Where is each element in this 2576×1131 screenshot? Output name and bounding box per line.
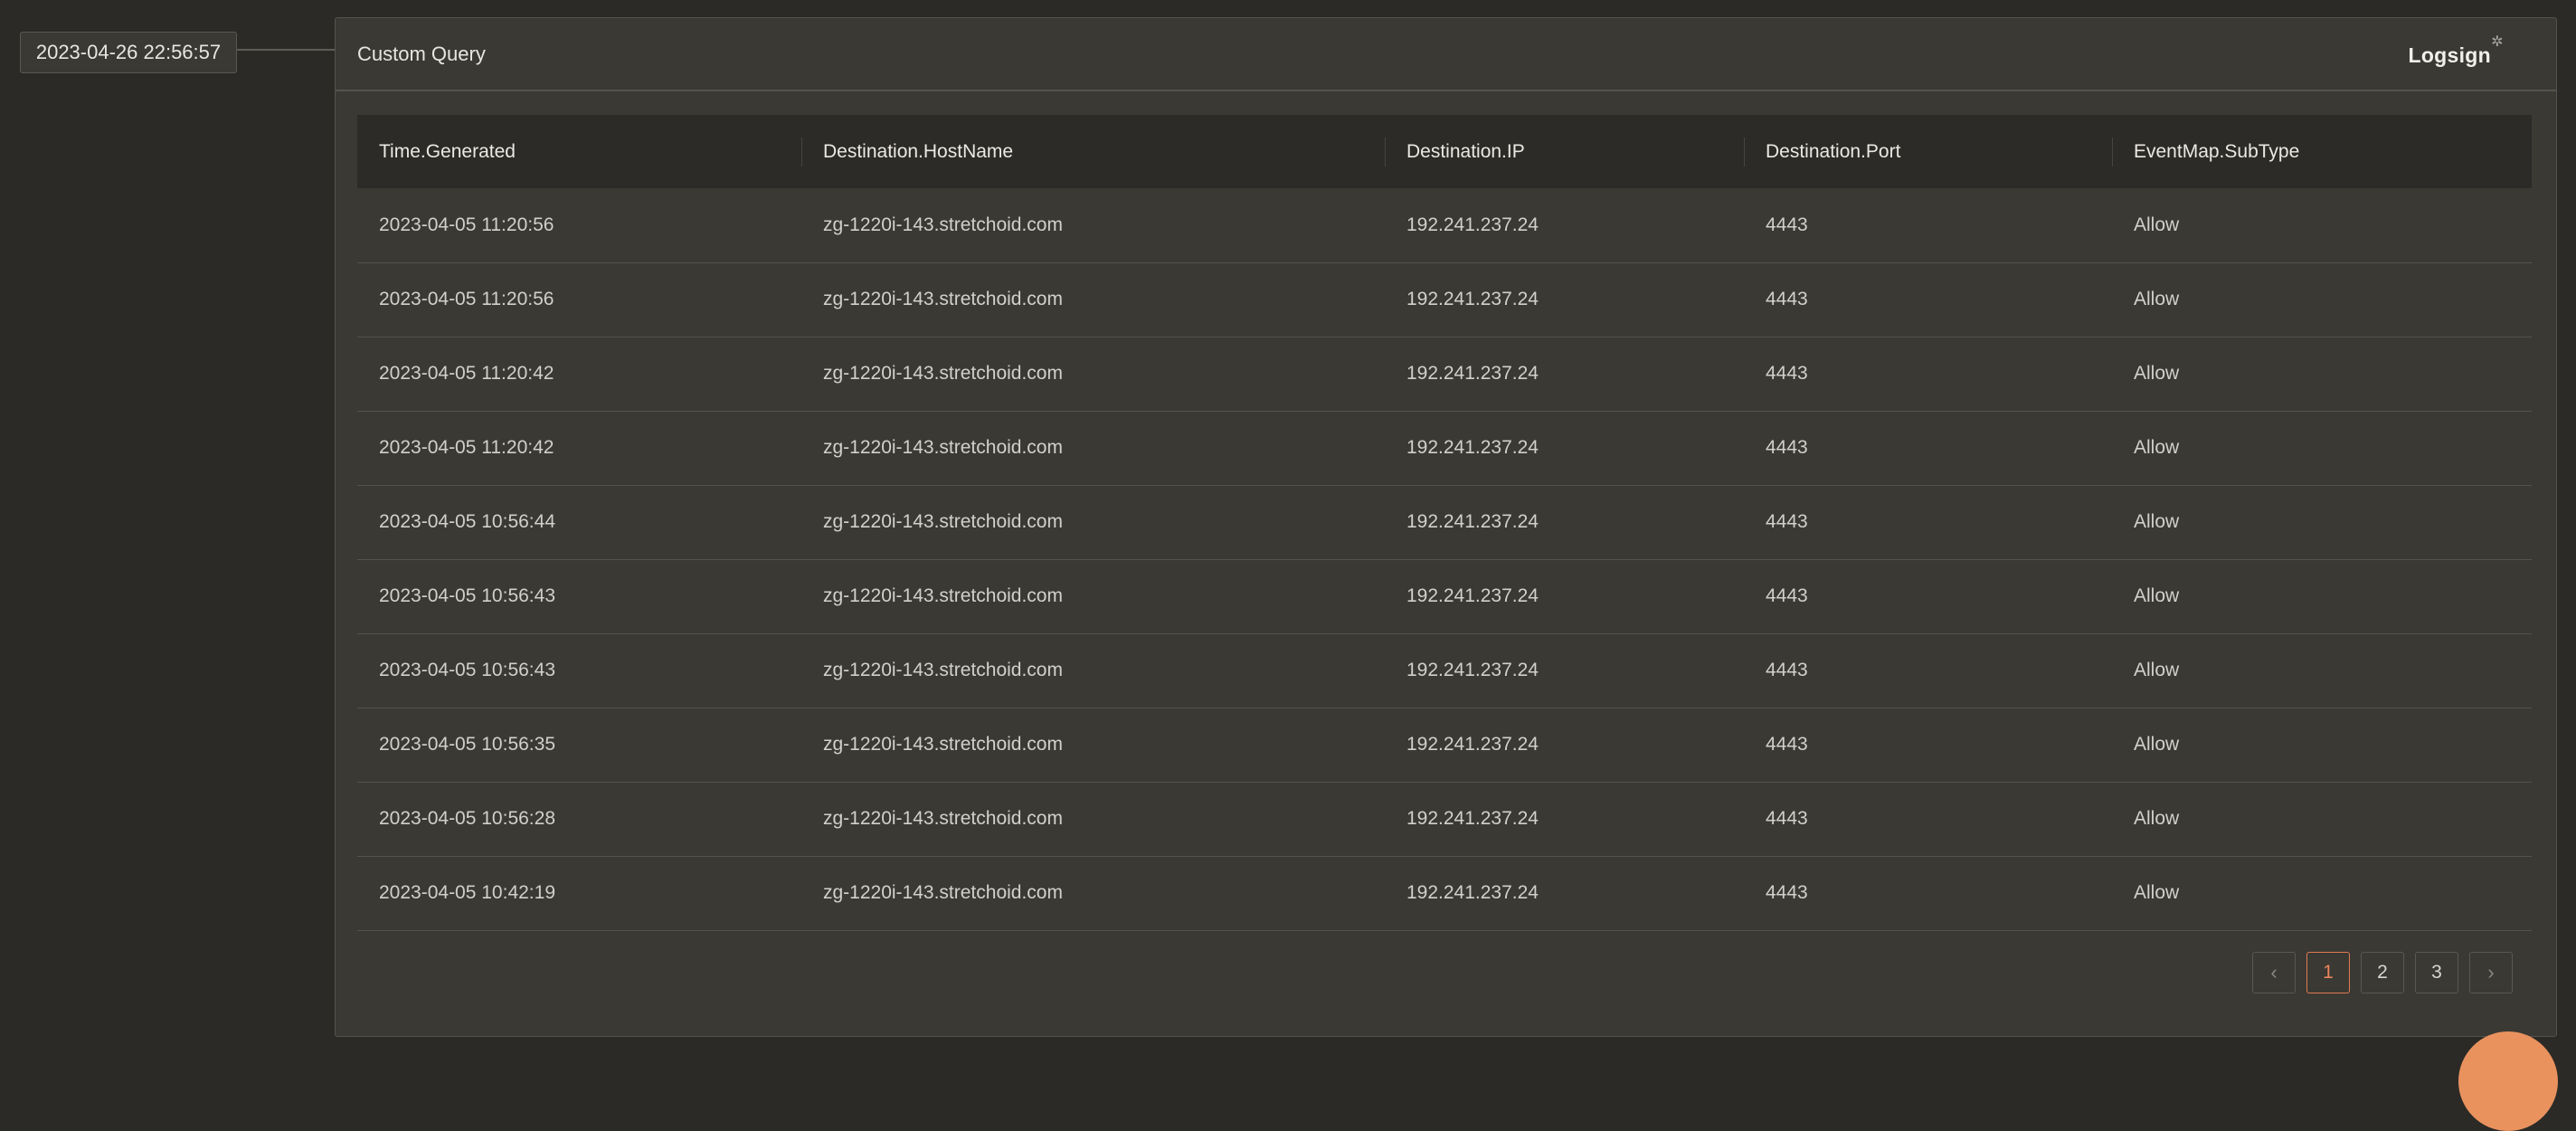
cell-eventmap-subtype: Allow bbox=[2134, 882, 2180, 903]
cell-destination-ip: 192.241.237.24 bbox=[1406, 660, 1539, 680]
cell-destination-hostname: zg-1220i-143.stretchoid.com bbox=[823, 437, 1063, 458]
cell-eventmap-subtype: Allow bbox=[2134, 660, 2180, 680]
cell-eventmap-subtype: Allow bbox=[2134, 585, 2180, 606]
cell-destination-port: 4443 bbox=[1766, 660, 1808, 680]
pagination: ‹ 1 2 3 › bbox=[2252, 952, 2513, 993]
cell-eventmap-subtype: Allow bbox=[2134, 363, 2180, 384]
cell-time-generated: 2023-04-05 11:20:56 bbox=[379, 289, 554, 309]
column-header-time-generated[interactable]: Time.Generated bbox=[357, 115, 801, 188]
page-button-1[interactable]: 1 bbox=[2306, 952, 2350, 993]
cell-time-generated: 2023-04-05 10:56:28 bbox=[379, 808, 555, 829]
cell-destination-port: 4443 bbox=[1766, 214, 1808, 235]
cell-destination-ip: 192.241.237.24 bbox=[1406, 214, 1539, 235]
table-header-row: Time.Generated Destination.HostName Dest… bbox=[357, 115, 2532, 188]
cell-destination-ip: 192.241.237.24 bbox=[1406, 585, 1539, 606]
panel-title: Custom Query bbox=[357, 42, 486, 65]
table-row[interactable]: 2023-04-05 11:20:56 zg-1220i-143.stretcho… bbox=[357, 188, 2532, 262]
connector-line bbox=[237, 49, 335, 51]
page-button-2[interactable]: 2 bbox=[2361, 952, 2404, 993]
table-row[interactable]: 2023-04-05 11:20:42 zg-1220i-143.stretcho… bbox=[357, 411, 2532, 485]
cell-time-generated: 2023-04-05 11:20:42 bbox=[379, 437, 554, 458]
cell-destination-hostname: zg-1220i-143.stretchoid.com bbox=[823, 363, 1063, 384]
cell-time-generated: 2023-04-05 11:20:56 bbox=[379, 214, 554, 235]
cell-eventmap-subtype: Allow bbox=[2134, 734, 2180, 755]
cell-destination-port: 4443 bbox=[1766, 511, 1808, 532]
logsign-logo: Logsign ✲ bbox=[2408, 34, 2503, 68]
table-row[interactable]: 2023-04-05 10:56:43 zg-1220i-143.stretcho… bbox=[357, 559, 2532, 633]
page-button-3[interactable]: 3 bbox=[2415, 952, 2458, 993]
logo-text: Logsign bbox=[2408, 43, 2491, 67]
cell-time-generated: 2023-04-05 10:56:43 bbox=[379, 585, 555, 606]
column-header-destination-ip[interactable]: Destination.IP bbox=[1385, 115, 1744, 188]
table-row[interactable]: 2023-04-05 10:56:28 zg-1220i-143.stretcho… bbox=[357, 782, 2532, 856]
cell-destination-port: 4443 bbox=[1766, 289, 1808, 309]
cell-destination-ip: 192.241.237.24 bbox=[1406, 734, 1539, 755]
cell-destination-port: 4443 bbox=[1766, 585, 1808, 606]
table-row[interactable]: 2023-04-05 10:56:43 zg-1220i-143.stretcho… bbox=[357, 633, 2532, 708]
cell-destination-hostname: zg-1220i-143.stretchoid.com bbox=[823, 734, 1063, 755]
table-row[interactable]: 2023-04-05 10:42:19 zg-1220i-143.stretcho… bbox=[357, 856, 2532, 930]
timestamp-badge[interactable]: 2023-04-26 22:56:57 bbox=[20, 32, 237, 73]
column-header-destination-hostname[interactable]: Destination.HostName bbox=[801, 115, 1385, 188]
cell-destination-hostname: zg-1220i-143.stretchoid.com bbox=[823, 808, 1063, 829]
cell-destination-port: 4443 bbox=[1766, 808, 1808, 829]
cell-eventmap-subtype: Allow bbox=[2134, 437, 2180, 458]
panel-header: Custom Query Logsign ✲ bbox=[336, 18, 2556, 91]
cell-eventmap-subtype: Allow bbox=[2134, 289, 2180, 309]
cell-destination-port: 4443 bbox=[1766, 363, 1808, 384]
cell-destination-hostname: zg-1220i-143.stretchoid.com bbox=[823, 511, 1063, 532]
cell-destination-hostname: zg-1220i-143.stretchoid.com bbox=[823, 882, 1063, 903]
floating-action-button[interactable] bbox=[2458, 1031, 2558, 1131]
table-body: 2023-04-05 11:20:56 zg-1220i-143.stretcho… bbox=[357, 188, 2532, 930]
cell-destination-ip: 192.241.237.24 bbox=[1406, 808, 1539, 829]
cell-time-generated: 2023-04-05 10:42:19 bbox=[379, 882, 555, 903]
column-header-eventmap-subtype[interactable]: EventMap.SubType bbox=[2112, 115, 2532, 188]
cell-time-generated: 2023-04-05 10:56:43 bbox=[379, 660, 555, 680]
cell-destination-ip: 192.241.237.24 bbox=[1406, 882, 1539, 903]
table-row[interactable]: 2023-04-05 10:56:44 zg-1220i-143.stretcho… bbox=[357, 485, 2532, 559]
chevron-right-icon[interactable]: › bbox=[2469, 952, 2513, 993]
cell-destination-hostname: zg-1220i-143.stretchoid.com bbox=[823, 585, 1063, 606]
cell-destination-port: 4443 bbox=[1766, 734, 1808, 755]
cell-destination-ip: 192.241.237.24 bbox=[1406, 511, 1539, 532]
cell-eventmap-subtype: Allow bbox=[2134, 808, 2180, 829]
cell-eventmap-subtype: Allow bbox=[2134, 214, 2180, 235]
chevron-left-icon[interactable]: ‹ bbox=[2252, 952, 2296, 993]
cell-destination-hostname: zg-1220i-143.stretchoid.com bbox=[823, 660, 1063, 680]
custom-query-panel: Custom Query Logsign ✲ Time.Generated De… bbox=[335, 17, 2557, 1037]
sparkle-icon: ✲ bbox=[2491, 34, 2504, 50]
cell-time-generated: 2023-04-05 10:56:35 bbox=[379, 734, 555, 755]
cell-destination-ip: 192.241.237.24 bbox=[1406, 289, 1539, 309]
cell-destination-hostname: zg-1220i-143.stretchoid.com bbox=[823, 214, 1063, 235]
cell-eventmap-subtype: Allow bbox=[2134, 511, 2180, 532]
cell-destination-ip: 192.241.237.24 bbox=[1406, 363, 1539, 384]
cell-destination-port: 4443 bbox=[1766, 882, 1808, 903]
table-row[interactable]: 2023-04-05 11:20:56 zg-1220i-143.stretcho… bbox=[357, 262, 2532, 337]
cell-destination-hostname: zg-1220i-143.stretchoid.com bbox=[823, 289, 1063, 309]
table-row[interactable]: 2023-04-05 10:56:35 zg-1220i-143.stretcho… bbox=[357, 708, 2532, 782]
column-header-destination-port[interactable]: Destination.Port bbox=[1744, 115, 2112, 188]
cell-time-generated: 2023-04-05 10:56:44 bbox=[379, 511, 555, 532]
cell-destination-port: 4443 bbox=[1766, 437, 1808, 458]
cell-destination-ip: 192.241.237.24 bbox=[1406, 437, 1539, 458]
results-table: Time.Generated Destination.HostName Dest… bbox=[357, 115, 2532, 931]
table-row[interactable]: 2023-04-05 11:20:42 zg-1220i-143.stretcho… bbox=[357, 337, 2532, 411]
cell-time-generated: 2023-04-05 11:20:42 bbox=[379, 363, 554, 384]
